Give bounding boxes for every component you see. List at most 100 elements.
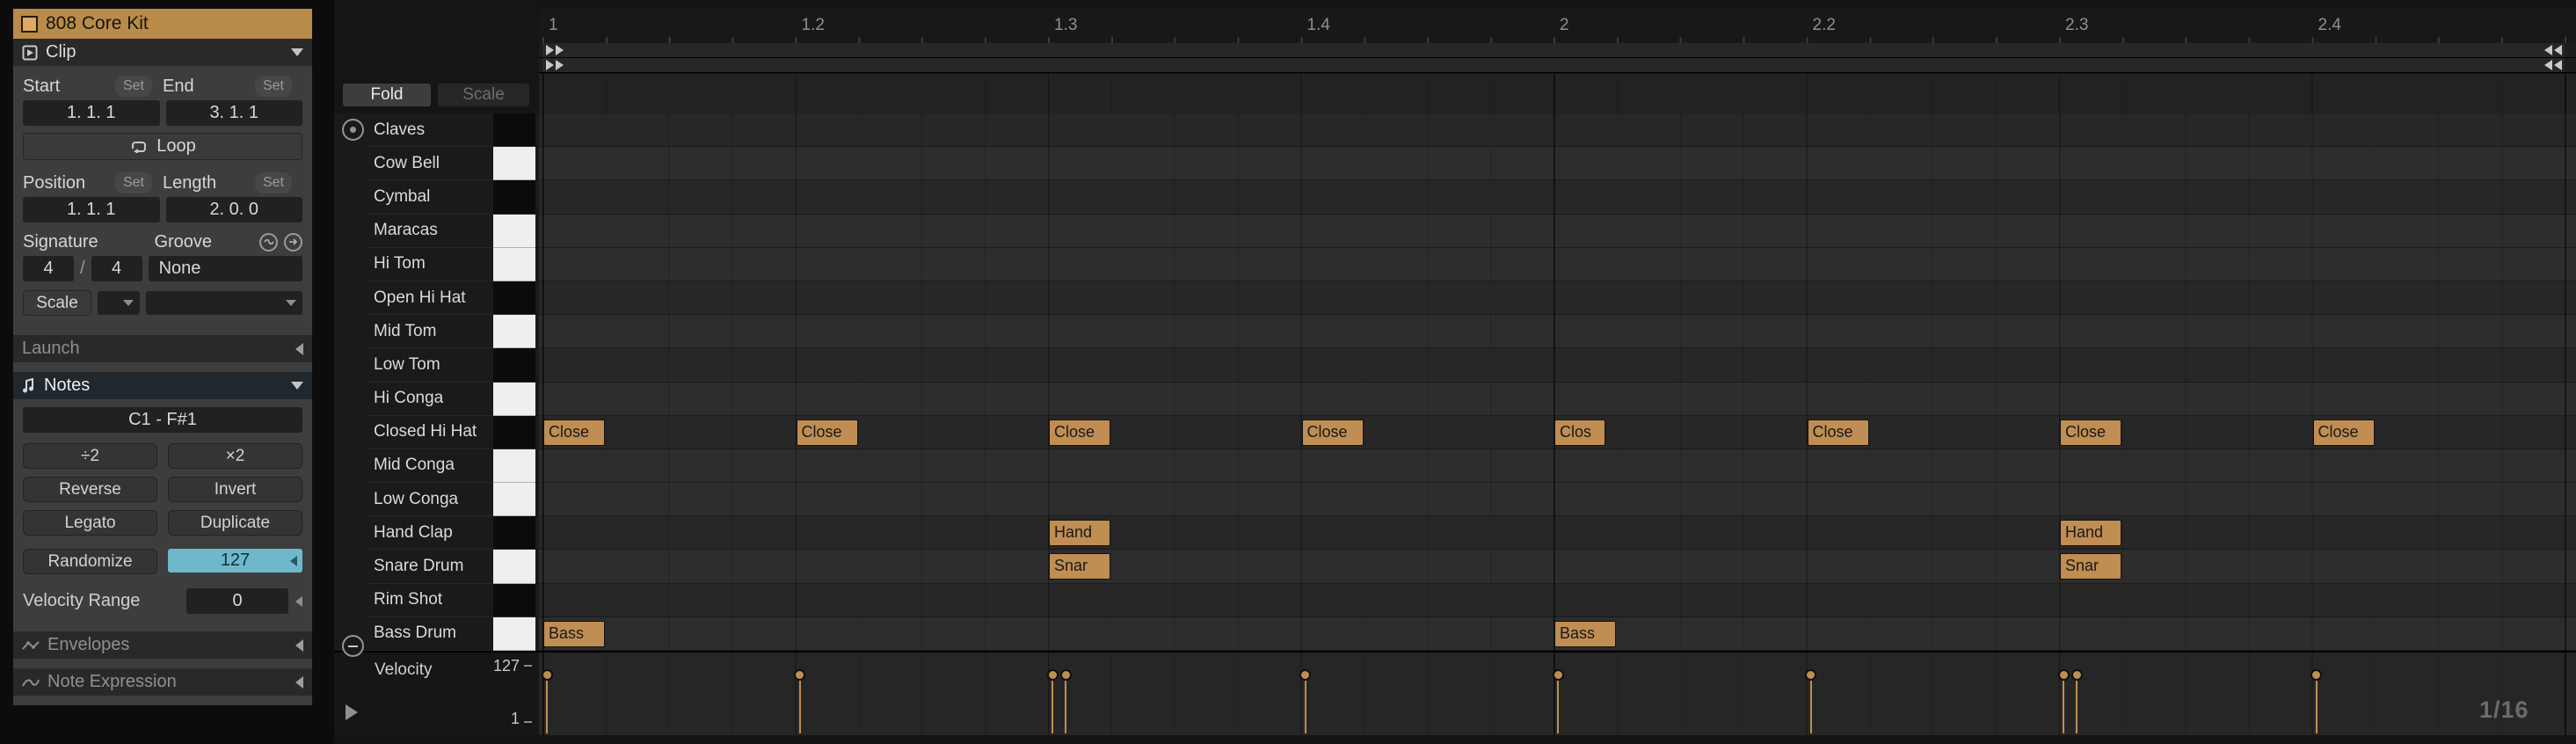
- velocity-marker[interactable]: [2071, 669, 2083, 681]
- double-time-button[interactable]: ×2: [168, 443, 302, 469]
- midi-note[interactable]: Snar: [1049, 553, 1110, 580]
- midi-note[interactable]: Close: [543, 419, 605, 446]
- start-value-field[interactable]: 1. 1. 1: [23, 100, 160, 126]
- lane-name[interactable]: Snare Drum: [367, 550, 493, 583]
- velocity-min-value[interactable]: 1: [511, 710, 520, 728]
- loop-start-marker-icon[interactable]: [546, 45, 554, 55]
- randomize-button[interactable]: Randomize: [23, 549, 157, 574]
- collapse-triangle-icon[interactable]: [291, 48, 303, 56]
- lane-name[interactable]: Cow Bell: [367, 147, 493, 180]
- lane-key-white[interactable]: [493, 449, 535, 483]
- randomize-value-field[interactable]: 127: [168, 549, 302, 573]
- midi-note[interactable]: Close: [2060, 419, 2121, 446]
- lane-key-white[interactable]: [493, 483, 535, 516]
- preview-icon[interactable]: [342, 119, 364, 141]
- lane-key-white[interactable]: [493, 147, 535, 180]
- note-expression-section-header[interactable]: Note Expression: [13, 668, 312, 696]
- scale-toggle-button[interactable]: Scale: [23, 290, 91, 316]
- velocity-marker-stem[interactable]: [546, 675, 548, 733]
- velocity-marker-stem[interactable]: [1557, 675, 1559, 733]
- collapsed-triangle-icon[interactable]: [295, 676, 303, 689]
- loop-start-marker-icon[interactable]: [556, 45, 564, 55]
- midi-note[interactable]: Hand: [2060, 520, 2121, 546]
- loop-end-marker-icon[interactable]: [2554, 60, 2562, 70]
- scale-button[interactable]: Scale: [438, 84, 529, 106]
- lane-key-black[interactable]: [493, 281, 535, 315]
- groove-pool-icon[interactable]: [259, 233, 278, 252]
- scale-root-select[interactable]: [98, 291, 140, 315]
- midi-note[interactable]: Close: [1808, 419, 1869, 446]
- position-set-button[interactable]: Set: [115, 172, 152, 193]
- lane-key-black[interactable]: [493, 348, 535, 382]
- end-set-button[interactable]: Set: [255, 76, 292, 96]
- lane-name[interactable]: Maracas: [367, 215, 493, 248]
- velocity-marker[interactable]: [1060, 669, 1072, 681]
- velocity-max-value[interactable]: 127: [493, 657, 520, 675]
- loop-end-marker-icon[interactable]: [2554, 45, 2562, 55]
- midi-note[interactable]: Close: [1302, 419, 1364, 446]
- device-icon[interactable]: [21, 16, 38, 33]
- envelopes-section-header[interactable]: Envelopes: [13, 631, 312, 659]
- lane-name[interactable]: Mid Conga: [367, 449, 493, 483]
- lane-name[interactable]: Hi Conga: [367, 383, 493, 416]
- velocity-range-field[interactable]: 0: [186, 588, 288, 614]
- midi-note[interactable]: Hand: [1049, 520, 1110, 546]
- start-set-button[interactable]: Set: [115, 76, 152, 96]
- scrub-area[interactable]: [539, 43, 2576, 58]
- lane-key-white[interactable]: [493, 315, 535, 348]
- collapsed-triangle-icon[interactable]: [295, 343, 303, 355]
- clip-section-header[interactable]: Clip: [13, 39, 312, 66]
- pitch-range-field[interactable]: C1 - F#1: [23, 407, 302, 433]
- velocity-marker-stem[interactable]: [1305, 675, 1306, 733]
- collapsed-triangle-icon[interactable]: [295, 639, 303, 652]
- velocity-marker-stem[interactable]: [2076, 675, 2078, 733]
- position-value-field[interactable]: 1. 1. 1: [23, 197, 160, 222]
- lane-name[interactable]: Closed Hi Hat: [367, 416, 493, 449]
- lane-name[interactable]: Claves: [367, 113, 493, 147]
- lane-name[interactable]: Hi Tom: [367, 248, 493, 281]
- velocity-marker-stem[interactable]: [1810, 675, 1812, 733]
- velocity-marker[interactable]: [542, 669, 553, 681]
- hot-swap-icon[interactable]: [284, 233, 302, 252]
- lane-key-white[interactable]: [493, 617, 535, 651]
- midi-note[interactable]: Bass: [543, 621, 605, 647]
- lane-name[interactable]: Bass Drum: [367, 617, 493, 651]
- halve-time-button[interactable]: ÷2: [23, 443, 157, 469]
- midi-note[interactable]: Snar: [2060, 553, 2121, 580]
- duplicate-button[interactable]: Duplicate: [168, 510, 302, 536]
- velocity-marker[interactable]: [1299, 669, 1311, 681]
- fold-button[interactable]: Fold: [343, 84, 431, 106]
- end-value-field[interactable]: 3. 1. 1: [166, 100, 303, 126]
- velocity-marker[interactable]: [2058, 669, 2070, 681]
- velocity-marker-stem[interactable]: [1065, 675, 1066, 733]
- length-value-field[interactable]: 2. 0. 0: [166, 197, 303, 222]
- lane-key-black[interactable]: [493, 516, 535, 550]
- lane-name[interactable]: Cymbal: [367, 180, 493, 214]
- midi-note[interactable]: Close: [1049, 419, 1110, 446]
- marker-lane[interactable]: [539, 58, 2576, 73]
- velocity-marker[interactable]: [2310, 669, 2322, 681]
- velocity-lane[interactable]: [539, 651, 2576, 735]
- lane-name[interactable]: Mid Tom: [367, 315, 493, 348]
- lane-play-icon[interactable]: [346, 704, 358, 720]
- note-grid[interactable]: CloseCloseCloseCloseClosCloseCloseCloseH…: [539, 113, 2576, 651]
- loop-end-marker-icon[interactable]: [2544, 60, 2552, 70]
- midi-note[interactable]: Close: [2313, 419, 2375, 446]
- velocity-marker[interactable]: [794, 669, 805, 681]
- lane-key-white[interactable]: [493, 215, 535, 248]
- beat-ruler[interactable]: 11.21.31.422.22.32.4: [539, 9, 2576, 43]
- lane-key-white[interactable]: [493, 248, 535, 281]
- lane-name[interactable]: Rim Shot: [367, 584, 493, 617]
- midi-note[interactable]: Clos: [1554, 419, 1605, 446]
- velocity-marker-stem[interactable]: [2316, 675, 2318, 733]
- velocity-marker-stem[interactable]: [799, 675, 801, 733]
- notes-section-header[interactable]: Notes: [13, 372, 312, 399]
- launch-section-header[interactable]: Launch: [13, 335, 312, 362]
- lane-key-black[interactable]: [493, 113, 535, 147]
- velocity-marker[interactable]: [1047, 669, 1059, 681]
- loop-end-marker-icon[interactable]: [2544, 45, 2552, 55]
- lane-name[interactable]: Low Tom: [367, 348, 493, 382]
- loop-region[interactable]: [542, 43, 2565, 57]
- lane-key-white[interactable]: [493, 383, 535, 416]
- lane-key-white[interactable]: [493, 550, 535, 583]
